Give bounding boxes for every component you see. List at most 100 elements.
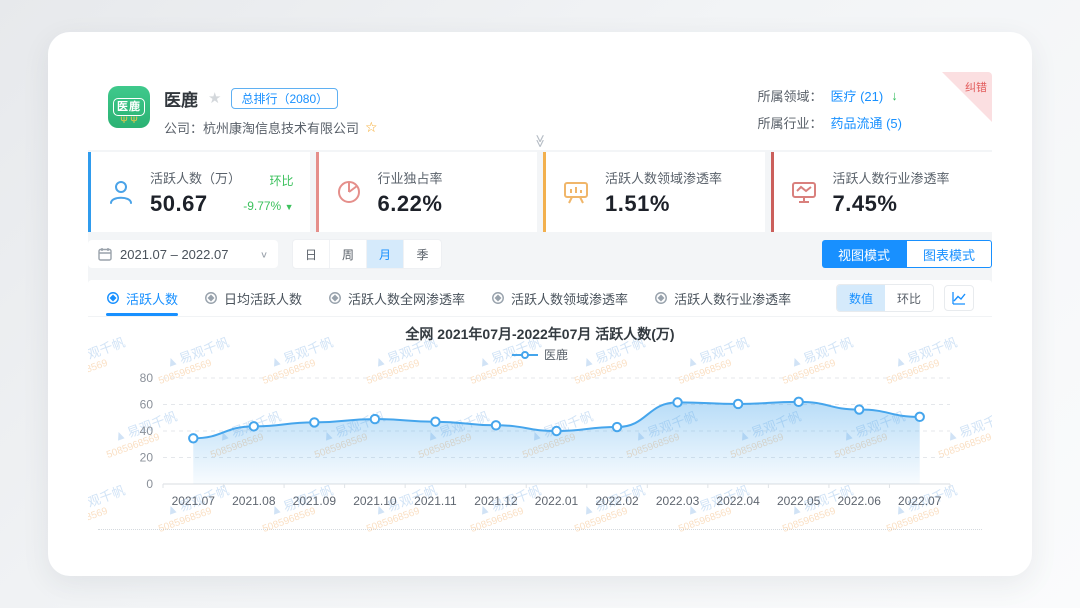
chart-legend[interactable]: 医鹿 bbox=[88, 346, 992, 363]
calendar-icon bbox=[98, 248, 112, 261]
data-point[interactable] bbox=[369, 413, 381, 425]
card-active-users: 活跃人数（万） 50.67 环比 -9.77% ▼ bbox=[88, 152, 310, 232]
metric-cards: 活跃人数（万） 50.67 环比 -9.77% ▼ 行业独占率 6.22% 活跃… bbox=[88, 152, 992, 232]
field-label: 所属领域： bbox=[757, 89, 823, 104]
x-axis-label: 2022.05 bbox=[777, 494, 821, 508]
x-axis-label: 2021.11 bbox=[414, 494, 457, 508]
tab-network-penetration[interactable]: 活跃人数全网渗透率 bbox=[328, 280, 465, 316]
line-chart-type-button[interactable] bbox=[944, 285, 974, 311]
collapse-icon[interactable]: ≫ bbox=[532, 134, 548, 146]
target-icon bbox=[329, 292, 341, 304]
field-link[interactable]: 医疗 (21) bbox=[830, 86, 883, 105]
data-point[interactable] bbox=[793, 396, 804, 408]
x-axis-label: 2022.04 bbox=[716, 494, 760, 508]
data-point[interactable] bbox=[853, 404, 865, 415]
card-field-penetration: 活跃人数领域渗透率 1.51% bbox=[543, 152, 765, 232]
y-axis-label: 0 bbox=[146, 477, 153, 491]
favorite-star-icon[interactable]: ★ bbox=[208, 89, 221, 107]
period-month[interactable]: 月 bbox=[367, 240, 404, 268]
plot-area: 0 20 40 60 80 2021.07 2021.08 2021.09 2021.10 202… bbox=[88, 363, 992, 530]
card-industry-exclusive: 行业独占率 6.22% bbox=[315, 152, 537, 232]
data-point[interactable] bbox=[309, 417, 320, 428]
chart-panel: 易观千帆 5085968569 易观千帆 5085968569 易观千帆 50859685… bbox=[88, 280, 992, 536]
data-point[interactable] bbox=[551, 425, 562, 437]
tab-daily-active-users[interactable]: 日均活跃人数 bbox=[204, 280, 302, 316]
industry-link[interactable]: 药品流通 (5) bbox=[830, 113, 902, 132]
data-point[interactable] bbox=[611, 421, 623, 433]
y-axis-label: 80 bbox=[140, 371, 154, 385]
x-axis-label: 2021.07 bbox=[172, 494, 216, 508]
pie-chart-icon bbox=[337, 181, 360, 203]
metric-tabs: 活跃人数 日均活跃人数 活跃人数全网渗透率 活跃人数领域渗透率 活跃人数行业渗透… bbox=[88, 280, 992, 317]
card-title: 行业独占率 bbox=[377, 170, 443, 186]
y-axis-label: 40 bbox=[140, 424, 154, 438]
card-value: 6.22% bbox=[377, 190, 443, 216]
legend-marker-icon bbox=[511, 350, 538, 359]
y-axis-label: 60 bbox=[140, 398, 154, 412]
period-week[interactable]: 周 bbox=[330, 240, 367, 268]
tab-industry-penetration[interactable]: 活跃人数行业渗透率 bbox=[654, 280, 791, 316]
date-range-picker[interactable]: 2021.07 – 2022.07 ∨ bbox=[88, 240, 278, 268]
app-logo-text: 医鹿 bbox=[113, 97, 145, 117]
period-day[interactable]: 日 bbox=[293, 240, 330, 268]
data-point[interactable] bbox=[430, 416, 441, 427]
data-point[interactable] bbox=[914, 411, 925, 423]
x-axis-label: 2021.12 bbox=[474, 494, 518, 508]
data-point[interactable] bbox=[732, 398, 744, 410]
date-range-value: 2021.07 – 2022.07 bbox=[120, 246, 229, 262]
line-chart-icon bbox=[952, 292, 966, 305]
view-mode-button[interactable]: 视图模式 bbox=[821, 240, 906, 268]
x-axis-label: 2021.10 bbox=[353, 494, 397, 508]
chart-title: 全网 2021年07月-2022年07月 活跃人数(万) bbox=[405, 326, 675, 342]
trend-down-icon: ▼ bbox=[284, 201, 294, 212]
controls-row: 2021.07 – 2022.07 ∨ 日 周 月 季 视图模式 图表模式 bbox=[88, 239, 992, 269]
x-axis-label: 2022.06 bbox=[837, 494, 881, 508]
data-point[interactable] bbox=[248, 421, 260, 432]
tab-field-penetration[interactable]: 活跃人数领域渗透率 bbox=[491, 280, 628, 316]
company-star-icon[interactable]: ☆ bbox=[365, 119, 378, 136]
x-axis-label: 2022.02 bbox=[595, 494, 639, 508]
data-point[interactable] bbox=[490, 420, 502, 431]
dashboard-inner: 医鹿 Ψ Ψ 医鹿 ★ 总排行（2080） 公司：杭州康淘信息技术有限公司 ☆ … bbox=[88, 72, 992, 536]
rank-badge[interactable]: 总排行（2080） bbox=[231, 87, 339, 109]
company-label: 公司：杭州康淘信息技术有限公司 bbox=[164, 121, 360, 136]
tab-active-users[interactable]: 活跃人数 bbox=[106, 280, 179, 316]
industry-label: 所属行业： bbox=[757, 116, 823, 131]
toggle-ratio[interactable]: 环比 bbox=[885, 285, 933, 311]
trend-label: 环比 bbox=[269, 173, 294, 188]
period-switcher: 日 周 月 季 bbox=[292, 239, 442, 269]
x-axis-label: 2021.09 bbox=[293, 494, 337, 508]
chart-mode-button[interactable]: 图表模式 bbox=[905, 240, 992, 268]
x-axis-label: 2022.07 bbox=[898, 494, 942, 508]
dashboard-card: 医鹿 Ψ Ψ 医鹿 ★ 总排行（2080） 公司：杭州康淘信息技术有限公司 ☆ … bbox=[48, 32, 1032, 576]
app-name: 医鹿 bbox=[164, 90, 198, 110]
line-chart[interactable]: 0 20 40 60 80 2021.07 2021.08 2021.09 2021.10 202… bbox=[88, 363, 992, 525]
data-point[interactable] bbox=[672, 397, 683, 408]
data-point[interactable] bbox=[188, 433, 199, 444]
legend-series-name: 医鹿 bbox=[543, 348, 568, 362]
period-quarter[interactable]: 季 bbox=[404, 240, 441, 268]
presentation-bars-icon bbox=[564, 182, 588, 204]
x-axis-label: 2022.01 bbox=[535, 494, 579, 508]
card-title: 活跃人数行业渗透率 bbox=[832, 170, 950, 186]
card-value: 50.67 bbox=[150, 190, 208, 216]
target-icon bbox=[655, 292, 668, 304]
y-axis-label: 20 bbox=[140, 451, 154, 465]
app-header: 医鹿 Ψ Ψ 医鹿 ★ 总排行（2080） 公司：杭州康淘信息技术有限公司 ☆ … bbox=[88, 72, 992, 150]
antler-icon: Ψ Ψ bbox=[120, 115, 138, 125]
card-value: 7.45% bbox=[832, 190, 898, 216]
target-icon bbox=[492, 292, 504, 304]
area-fill bbox=[193, 401, 920, 484]
x-axis-label: 2022.03 bbox=[656, 494, 700, 508]
card-industry-penetration: 活跃人数行业渗透率 7.45% bbox=[770, 152, 992, 232]
target-icon bbox=[205, 292, 217, 304]
trend-value[interactable]: -9.77% ▼ bbox=[243, 199, 293, 213]
toggle-value[interactable]: 数值 bbox=[837, 285, 885, 311]
mode-switcher: 视图模式 图表模式 bbox=[821, 240, 992, 268]
card-title: 活跃人数（万） bbox=[150, 170, 242, 186]
target-icon bbox=[107, 292, 119, 304]
correction-label[interactable]: 纠错 bbox=[965, 79, 987, 95]
value-ratio-toggle: 数值 环比 bbox=[836, 284, 934, 312]
app-logo: 医鹿 Ψ Ψ bbox=[108, 86, 150, 128]
x-axis-label: 2021.08 bbox=[232, 494, 276, 508]
